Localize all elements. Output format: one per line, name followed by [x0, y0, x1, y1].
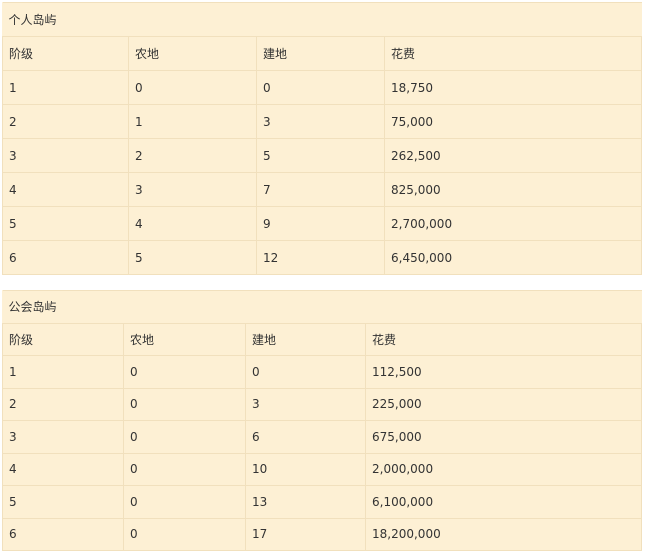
table-cell: 2 — [128, 138, 257, 173]
column-header: 农地 — [128, 36, 257, 71]
table-row: 2 1 3 75,000 — [2, 104, 642, 139]
table-cell: 1 — [2, 70, 129, 105]
table-cell: 3 — [128, 172, 257, 207]
table-row: 5 0 13 6,100,000 — [2, 485, 642, 519]
table-cell: 3 — [2, 420, 124, 454]
table-cell: 2 — [2, 387, 124, 421]
table-cell: 262,500 — [384, 138, 642, 173]
table-cell: 9 — [256, 206, 385, 241]
table-row: 1 0 0 112,500 — [2, 355, 642, 389]
table-cell: 7 — [256, 172, 385, 207]
table-row: 5 4 9 2,700,000 — [2, 206, 642, 241]
table-cell: 17 — [245, 517, 366, 551]
table-row: 4 0 10 2,000,000 — [2, 452, 642, 486]
table-cell: 1 — [2, 355, 124, 389]
table-cell: 0 — [123, 452, 246, 486]
table-title-row: 公会岛屿 — [2, 290, 642, 324]
table-cell: 18,200,000 — [365, 517, 642, 551]
table-cell: 0 — [256, 70, 385, 105]
table-row: 2 0 3 225,000 — [2, 387, 642, 421]
table-cell: 2 — [2, 104, 129, 139]
table-cell: 0 — [123, 420, 246, 454]
table-cell: 225,000 — [365, 387, 642, 421]
table-cell: 0 — [123, 387, 246, 421]
table-cell: 13 — [245, 485, 366, 519]
table-title-row: 个人岛屿 — [2, 2, 642, 37]
table-cell: 75,000 — [384, 104, 642, 139]
table-header-row: 阶级 农地 建地 花费 — [2, 36, 642, 71]
table-row: 3 2 5 262,500 — [2, 138, 642, 173]
table-cell: 18,750 — [384, 70, 642, 105]
table-cell: 6 — [2, 240, 129, 275]
table-cell: 6,450,000 — [384, 240, 642, 275]
table-row: 1 0 0 18,750 — [2, 70, 642, 105]
table-row: 3 0 6 675,000 — [2, 420, 642, 454]
table-cell: 0 — [128, 70, 257, 105]
table-cell: 5 — [128, 240, 257, 275]
table-header-row: 阶级 农地 建地 花费 — [2, 322, 642, 356]
table-cell: 675,000 — [365, 420, 642, 454]
table-cell: 112,500 — [365, 355, 642, 389]
column-header: 花费 — [384, 36, 642, 71]
table-cell: 6,100,000 — [365, 485, 642, 519]
table-cell: 3 — [2, 138, 129, 173]
table-cell: 825,000 — [384, 172, 642, 207]
guild-island-table: 公会岛屿 阶级 农地 建地 花费 1 0 0 112,500 2 0 3 225,000 3 0 6 675,0… — [2, 290, 642, 551]
table-cell: 0 — [245, 355, 366, 389]
table-cell: 0 — [123, 355, 246, 389]
column-header: 花费 — [365, 322, 642, 356]
table-cell: 5 — [2, 206, 129, 241]
column-header: 阶级 — [2, 36, 129, 71]
table-cell: 12 — [256, 240, 385, 275]
column-header: 建地 — [256, 36, 385, 71]
column-header: 农地 — [123, 322, 246, 356]
table-cell: 6 — [245, 420, 366, 454]
table-cell: 0 — [123, 517, 246, 551]
table-cell: 4 — [2, 452, 124, 486]
table-cell: 4 — [128, 206, 257, 241]
table-title: 公会岛屿 — [2, 290, 642, 324]
table-row: 6 0 17 18,200,000 — [2, 517, 642, 551]
table-cell: 5 — [256, 138, 385, 173]
table-cell: 4 — [2, 172, 129, 207]
table-cell: 2,700,000 — [384, 206, 642, 241]
table-cell: 2,000,000 — [365, 452, 642, 486]
table-cell: 6 — [2, 517, 124, 551]
table-cell: 5 — [2, 485, 124, 519]
table-cell: 0 — [123, 485, 246, 519]
table-cell: 1 — [128, 104, 257, 139]
table-cell: 3 — [256, 104, 385, 139]
column-header: 阶级 — [2, 322, 124, 356]
table-cell: 3 — [245, 387, 366, 421]
column-header: 建地 — [245, 322, 366, 356]
table-row: 6 5 12 6,450,000 — [2, 240, 642, 275]
table-cell: 10 — [245, 452, 366, 486]
table-row: 4 3 7 825,000 — [2, 172, 642, 207]
table-title: 个人岛屿 — [2, 2, 642, 37]
personal-island-table: 个人岛屿 阶级 农地 建地 花费 1 0 0 18,750 2 1 3 75,000 3 2 5 262,500… — [2, 2, 642, 275]
